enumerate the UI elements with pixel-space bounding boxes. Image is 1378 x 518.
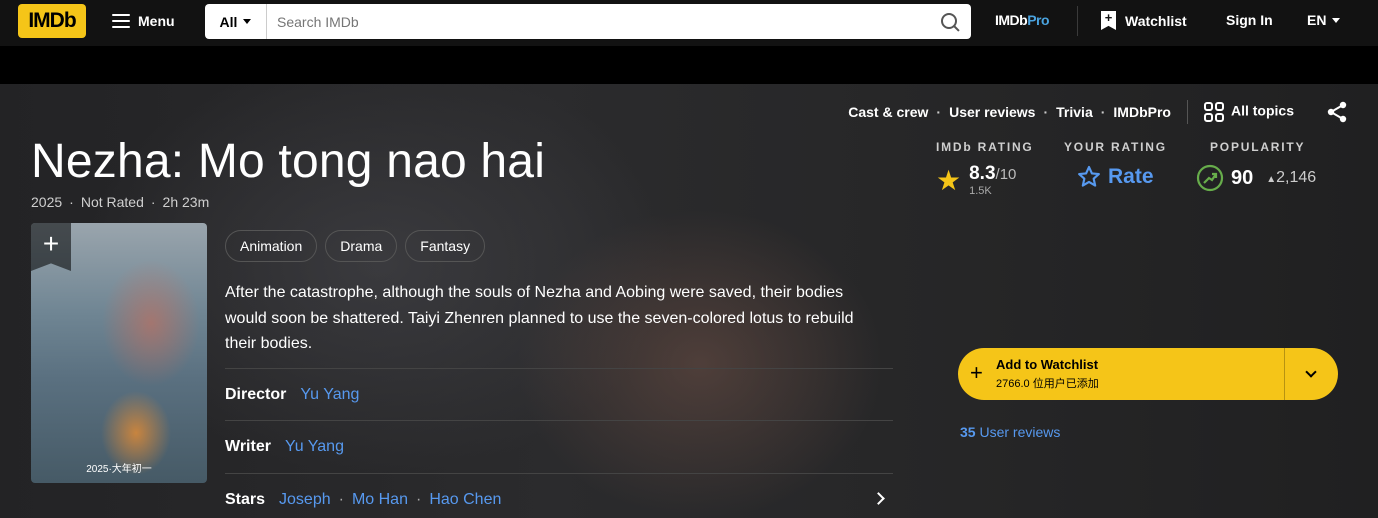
poster-caption: 2025·大年初一 bbox=[86, 464, 152, 475]
user-reviews-count: 35 bbox=[960, 424, 976, 440]
subnav-dot: · bbox=[1100, 104, 1106, 120]
search-icon[interactable] bbox=[931, 4, 971, 39]
search-category-dropdown[interactable]: All bbox=[205, 4, 267, 39]
add-to-watchlist-label: Add to Watchlist bbox=[996, 357, 1099, 372]
page-title: Nezha: Mo tong nao hai bbox=[31, 135, 546, 188]
popularity-block[interactable]: POPULARITY 90 ▲2,146 bbox=[1196, 140, 1316, 192]
credit-role: Stars bbox=[225, 490, 266, 508]
popularity-label: POPULARITY bbox=[1210, 140, 1306, 154]
meta-dot: · bbox=[150, 194, 156, 210]
star-link[interactable]: Mo Han bbox=[352, 491, 408, 509]
popularity-change-value: 2,146 bbox=[1276, 169, 1317, 186]
watchlist-added-count: 2766.0 位用户已添加 bbox=[996, 378, 1099, 390]
title-subnav: Cast & crew · User reviews · Trivia · IM… bbox=[848, 100, 1348, 124]
chevron-right-icon[interactable] bbox=[872, 492, 885, 505]
bookmark-plus-icon bbox=[1101, 11, 1116, 30]
all-topics-button[interactable]: All topics bbox=[1203, 102, 1294, 122]
language-dropdown[interactable]: EN bbox=[1307, 12, 1341, 28]
certificate: Not Rated bbox=[80, 194, 144, 210]
subnav-imdbpro[interactable]: IMDbPro bbox=[1113, 104, 1171, 120]
arrow-up-icon: ▲ bbox=[1266, 174, 1277, 185]
imdb-rating-scale: /10 bbox=[995, 166, 1017, 183]
search-input[interactable] bbox=[267, 5, 931, 38]
credit-row-stars[interactable]: Stars Joseph · Mo Han · Hao Chen bbox=[225, 473, 893, 518]
credit-role: Director bbox=[225, 385, 287, 403]
title-meta: 2025 · Not Rated · 2h 23m bbox=[31, 194, 209, 210]
meta-dot: · bbox=[69, 194, 74, 210]
caret-down-icon bbox=[243, 19, 252, 24]
subnav-trivia[interactable]: Trivia bbox=[1056, 104, 1093, 120]
credit-dot: · bbox=[338, 490, 344, 508]
popularity-change: ▲2,146 bbox=[1266, 169, 1316, 187]
genre-chips: Animation Drama Fantasy bbox=[225, 230, 486, 262]
imdbpro-logo-b: Pro bbox=[1027, 12, 1050, 28]
director-link[interactable]: Yu Yang bbox=[300, 386, 359, 404]
credit-role: Writer bbox=[225, 437, 271, 455]
watchlist-nav-button[interactable]: Watchlist bbox=[1101, 11, 1187, 30]
credit-dot: · bbox=[415, 490, 422, 508]
hamburger-icon bbox=[112, 14, 130, 28]
subnav-dot: · bbox=[1043, 104, 1049, 120]
credit-row-director: Director Yu Yang bbox=[225, 368, 893, 420]
sign-in-link[interactable]: Sign In bbox=[1226, 12, 1273, 28]
subnav-dot: · bbox=[936, 104, 942, 120]
runtime: 2h 23m bbox=[162, 194, 210, 210]
add-to-watchlist-button[interactable]: + Add to Watchlist 2766.0 位用户已添加 bbox=[958, 348, 1338, 400]
chevron-down-icon[interactable] bbox=[1305, 366, 1317, 378]
genre-chip[interactable]: Drama bbox=[325, 230, 398, 262]
trending-up-icon bbox=[1196, 164, 1224, 192]
imdbpro-logo-a: IMDb bbox=[995, 12, 1028, 28]
your-rating-block[interactable]: YOUR RATING Rate bbox=[1064, 140, 1167, 190]
share-icon[interactable] bbox=[1326, 101, 1348, 123]
popularity-value: 90 bbox=[1231, 166, 1254, 189]
imdbpro-link[interactable]: IMDbPro bbox=[995, 12, 1050, 28]
imdb-rating-value: 8.3 bbox=[969, 163, 996, 184]
plot-summary: After the catastrophe, although the soul… bbox=[225, 284, 854, 352]
star-icon: ★ bbox=[936, 164, 962, 196]
star-link[interactable]: Joseph bbox=[279, 491, 331, 509]
nav-divider bbox=[1077, 6, 1078, 36]
user-reviews-link[interactable]: 35 User reviews bbox=[960, 424, 1060, 440]
release-year[interactable]: 2025 bbox=[31, 194, 62, 210]
star-outline-icon bbox=[1078, 165, 1100, 187]
search-category-label: All bbox=[219, 13, 238, 30]
watchlist-nav-label: Watchlist bbox=[1125, 12, 1187, 29]
credit-row-writer: Writer Yu Yang bbox=[225, 420, 893, 472]
imdb-rating-label: IMDb RATING bbox=[936, 140, 1034, 154]
rate-label: Rate bbox=[1108, 165, 1154, 188]
menu-label: Menu bbox=[138, 13, 175, 29]
imdb-logo[interactable]: IMDb bbox=[18, 4, 86, 38]
your-rating-label: YOUR RATING bbox=[1064, 140, 1167, 154]
imdb-rating-block[interactable]: IMDb RATING ★ 8.3/10 1.5K bbox=[936, 140, 1034, 197]
menu-button[interactable]: Menu bbox=[112, 10, 175, 32]
poster-image[interactable]: + 2025·大年初一 bbox=[31, 223, 207, 483]
genre-chip[interactable]: Animation bbox=[225, 230, 318, 262]
user-reviews-label: User reviews bbox=[979, 424, 1061, 440]
language-label: EN bbox=[1307, 12, 1327, 28]
button-divider bbox=[1284, 348, 1285, 400]
grid-icon bbox=[1203, 102, 1224, 122]
top-navbar: IMDb Menu All IMDbPro Watchlist Sign In … bbox=[0, 0, 1378, 46]
search-bar: All bbox=[205, 4, 971, 39]
imdb-rating-votes: 1.5K bbox=[969, 185, 992, 197]
plus-icon: + bbox=[970, 360, 983, 385]
caret-down-icon bbox=[1332, 17, 1341, 23]
ad-banner-strip bbox=[0, 46, 1378, 84]
subnav-user-reviews[interactable]: User reviews bbox=[949, 104, 1035, 120]
subnav-cast-crew[interactable]: Cast & crew bbox=[848, 104, 928, 120]
subnav-divider bbox=[1186, 100, 1188, 124]
all-topics-label: All topics bbox=[1230, 102, 1294, 119]
writer-link[interactable]: Yu Yang bbox=[285, 438, 344, 456]
add-to-watchlist-ribbon[interactable]: + bbox=[31, 223, 71, 271]
genre-chip[interactable]: Fantasy bbox=[405, 230, 486, 262]
star-link[interactable]: Hao Chen bbox=[429, 491, 501, 509]
